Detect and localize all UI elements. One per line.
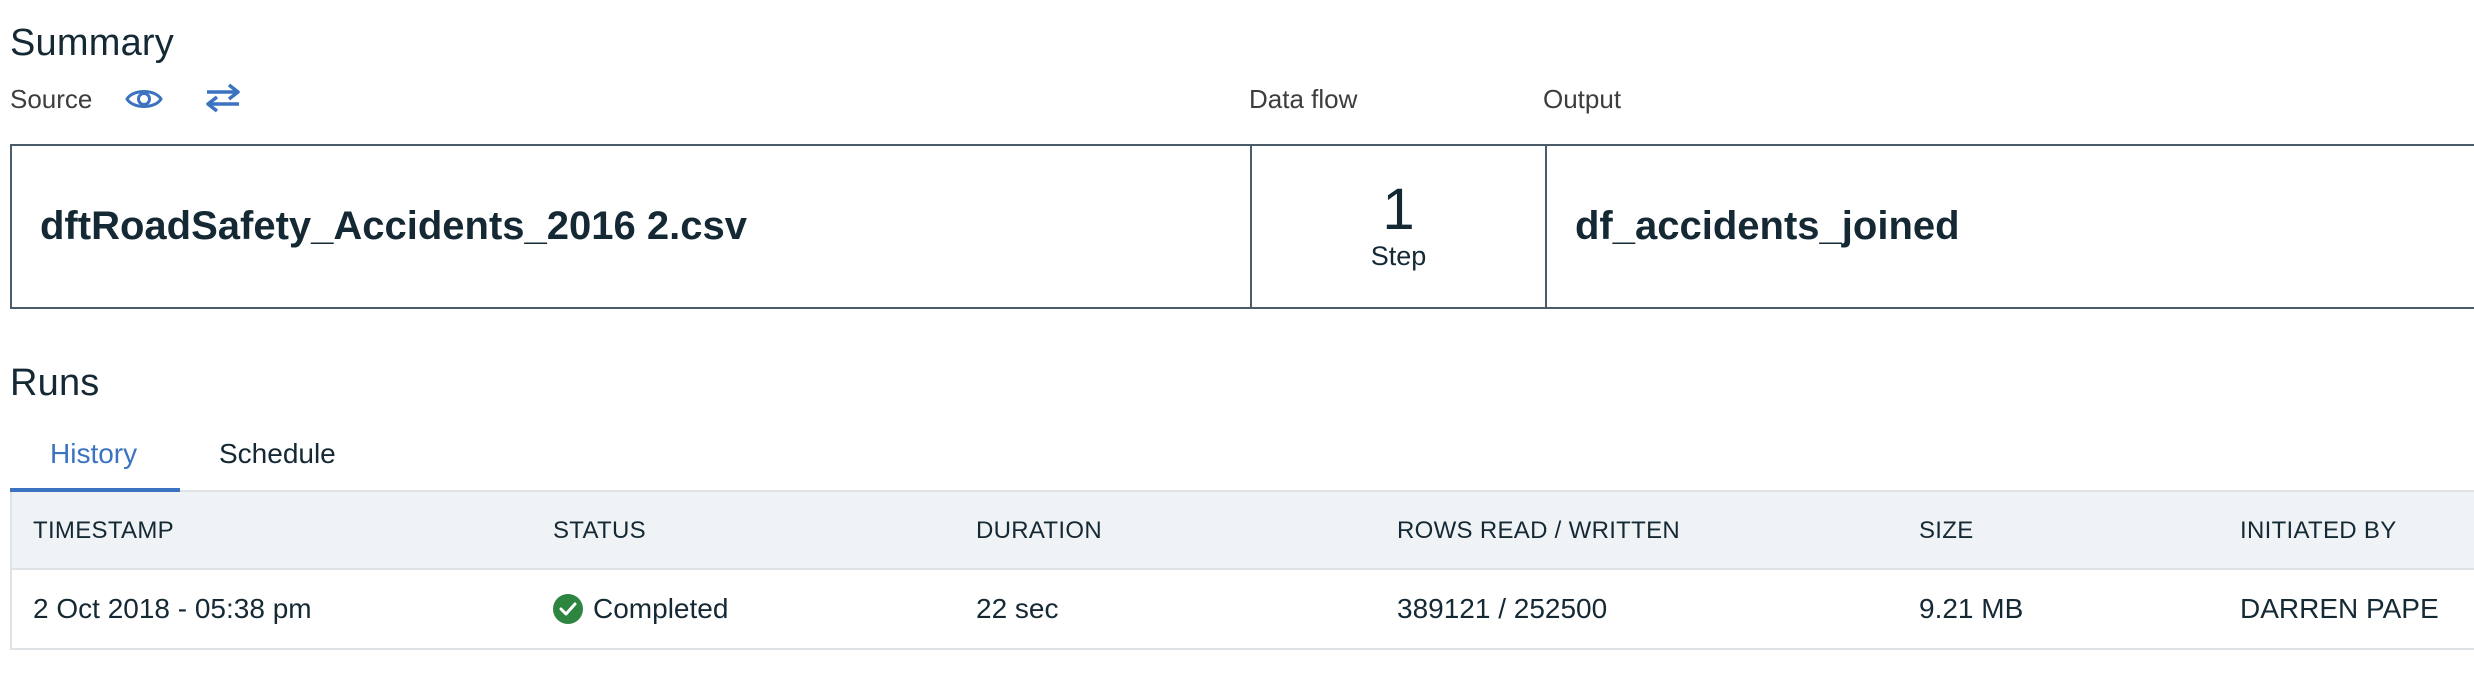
cell-status: Completed bbox=[553, 570, 728, 648]
output-cell[interactable]: df_accidents_joined bbox=[1547, 146, 2474, 307]
source-label: Source bbox=[10, 84, 93, 114]
steps-label: Step bbox=[1370, 241, 1427, 271]
cell-size: 9.21 MB bbox=[1919, 593, 2024, 624]
tab-history[interactable]: History bbox=[50, 438, 137, 470]
summary-title: Summary bbox=[10, 22, 174, 64]
col-initiated-by[interactable]: INITIATED BY bbox=[2240, 492, 2397, 570]
data-flow-cell[interactable]: 1 Step bbox=[1252, 146, 1547, 307]
summary-box: dftRoadSafety_Accidents_2016 2.csv 1 Ste… bbox=[10, 144, 2474, 309]
eye-icon[interactable] bbox=[124, 82, 164, 116]
runs-title: Runs bbox=[10, 362, 100, 404]
col-status[interactable]: STATUS bbox=[553, 492, 646, 570]
col-rows-read-written[interactable]: ROWS READ / WRITTEN bbox=[1397, 492, 1680, 570]
table-header: TIMESTAMP STATUS DURATION ROWS READ / WR… bbox=[12, 492, 2474, 570]
checkmark-circle-icon bbox=[553, 594, 583, 624]
cell-timestamp: 2 Oct 2018 - 05:38 pm bbox=[33, 593, 312, 624]
source-name: dftRoadSafety_Accidents_2016 2.csv bbox=[40, 204, 747, 248]
col-duration[interactable]: DURATION bbox=[976, 492, 1102, 570]
col-size[interactable]: SIZE bbox=[1919, 492, 1974, 570]
cell-rows-read-written: 389121 / 252500 bbox=[1397, 593, 1608, 624]
cell-duration: 22 sec bbox=[976, 593, 1059, 624]
cell-initiated-by: DARREN PAPE bbox=[2240, 593, 2439, 624]
tab-schedule[interactable]: Schedule bbox=[219, 438, 336, 470]
output-label: Output bbox=[1543, 84, 1622, 114]
table-row[interactable]: 2 Oct 2018 - 05:38 pm Completed 22 sec 3… bbox=[12, 570, 2474, 650]
source-cell[interactable]: dftRoadSafety_Accidents_2016 2.csv bbox=[12, 146, 1252, 307]
col-timestamp[interactable]: TIMESTAMP bbox=[33, 492, 174, 570]
data-flow-label: Data flow bbox=[1249, 84, 1358, 114]
steps-count: 1 bbox=[1382, 177, 1415, 242]
status-text: Completed bbox=[593, 593, 729, 624]
output-name: df_accidents_joined bbox=[1575, 204, 1960, 248]
runs-table: TIMESTAMP STATUS DURATION ROWS READ / WR… bbox=[10, 492, 2474, 650]
swap-arrows-icon[interactable] bbox=[202, 80, 244, 116]
